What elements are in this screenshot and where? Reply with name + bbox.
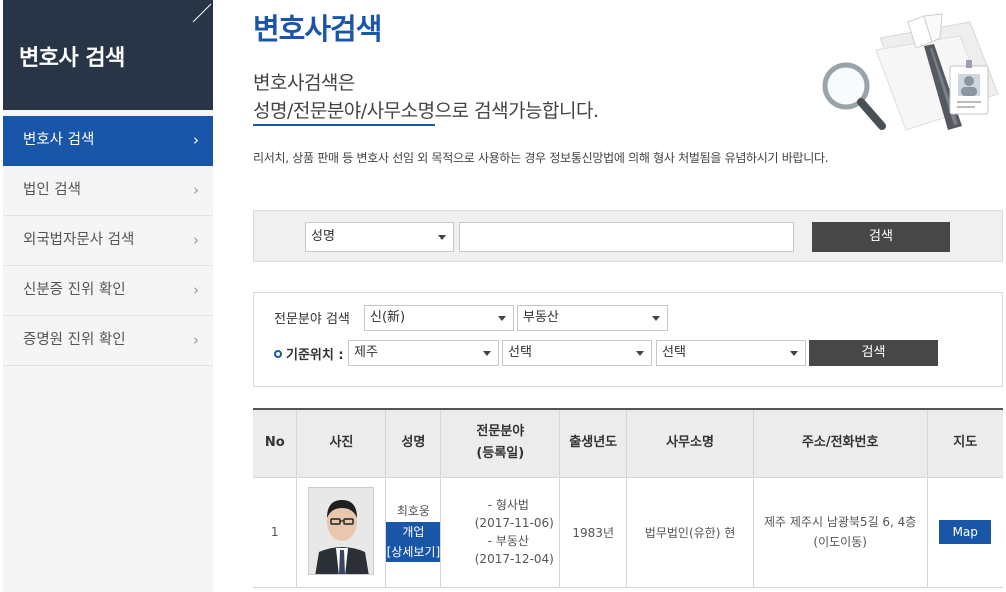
map-button[interactable]: Map xyxy=(939,520,992,544)
search-input[interactable] xyxy=(459,222,794,252)
sidebar: 변호사 검색 변호사 검색 › 법인 검색 › 외국법자문사 검색 › 신분증 … xyxy=(3,0,213,592)
chevron-right-icon: › xyxy=(193,181,199,199)
lawyer-photo xyxy=(308,486,375,575)
corner-slash-decoration xyxy=(192,3,212,23)
chevron-right-icon: › xyxy=(193,131,199,149)
lawyer-name: 최호웅 xyxy=(396,504,430,518)
location-city-value: 선택 xyxy=(508,345,532,360)
sidebar-title: 변호사 검색 xyxy=(19,46,125,71)
location-region-value: 제주 xyxy=(354,345,378,360)
specialty-field: - 부동산 xyxy=(487,534,529,548)
sidebar-item-certificate-verification[interactable]: 증명원 진위 확인 › xyxy=(3,316,213,366)
sidebar-item-id-verification[interactable]: 신분증 진위 확인 › xyxy=(3,266,213,316)
chevron-right-icon: › xyxy=(193,331,199,349)
column-header-specialty: 전문분야 (등록일) xyxy=(440,409,561,478)
specialty-search-label: 전문분야 검색 xyxy=(274,312,350,327)
specialty-header-line2: (등록일) xyxy=(476,446,525,462)
sidebar-header: 변호사 검색 xyxy=(3,0,213,110)
caret-down-icon xyxy=(636,351,644,356)
intro-line-1: 변호사검색은 xyxy=(253,72,355,94)
location-district-select[interactable]: 선택 xyxy=(656,340,806,366)
page-title: 변호사검색 xyxy=(253,12,382,46)
caret-down-icon xyxy=(438,235,446,240)
cell-birth-year: 1983년 xyxy=(559,477,628,588)
table-header-row: No 사진 성명 전문분야 (등록일) 출생년도 사무소명 주소/전화번호 지도 xyxy=(253,409,1003,478)
caret-down-icon xyxy=(483,351,491,356)
usage-warning: 리서치, 상품 판매 등 변호사 선임 외 목적으로 사용하는 경우 정보통신망… xyxy=(253,151,829,165)
column-header-photo: 사진 xyxy=(296,409,387,478)
location-label-text: 기준위치 : xyxy=(286,348,344,363)
cell-map: Map xyxy=(927,477,1003,588)
specialty-field-select[interactable]: 부동산 xyxy=(517,305,668,331)
cell-specialty: - 형사법 (2017-11-06) - 부동산 (2017-12-04) xyxy=(440,477,561,588)
cell-no: 1 xyxy=(253,477,298,588)
column-header-name: 성명 xyxy=(385,409,442,478)
location-region-select[interactable]: 제주 xyxy=(348,340,499,366)
specialty-field-value: 부동산 xyxy=(523,310,559,325)
specialty-type-select[interactable]: 신(新) xyxy=(364,305,514,331)
sidebar-menu: 변호사 검색 › 법인 검색 › 외국법자문사 검색 › 신분증 진위 확인 ›… xyxy=(3,116,213,366)
sidebar-item-label: 증명원 진위 확인 xyxy=(23,332,126,348)
intro-line-2: 성명/전문분야/사무소명으로 검색가능합니다. xyxy=(253,96,599,126)
sidebar-item-foreign-counsel-search[interactable]: 외국법자문사 검색 › xyxy=(3,216,213,266)
sidebar-item-label: 외국법자문사 검색 xyxy=(23,232,135,248)
cell-office: 법무법인(유한) 현 xyxy=(626,477,754,588)
specialty-field: - 형사법 xyxy=(487,498,529,512)
specialty-header-line1: 전문분야 xyxy=(476,424,525,440)
location-label: 기준위치 : xyxy=(274,344,344,363)
chevron-right-icon: › xyxy=(193,281,199,299)
caret-down-icon xyxy=(498,316,506,321)
caret-down-icon xyxy=(790,351,798,356)
sidebar-item-firm-search[interactable]: 법인 검색 › xyxy=(3,166,213,216)
search-button[interactable]: 검색 xyxy=(812,222,950,252)
specialty-date: (2017-12-04) xyxy=(474,552,554,566)
search-type-select[interactable]: 성명 xyxy=(305,222,454,252)
chevron-right-icon: › xyxy=(193,231,199,249)
person-portrait-icon xyxy=(309,487,374,574)
caret-down-icon xyxy=(652,316,660,321)
specialty-date: (2017-11-06) xyxy=(474,516,554,530)
cell-name: 최호웅 개업 [상세보기] xyxy=(385,477,442,588)
cell-photo xyxy=(296,477,387,588)
location-district-value: 선택 xyxy=(662,345,686,360)
results-table: No 사진 성명 전문분야 (등록일) 출생년도 사무소명 주소/전화번호 지도… xyxy=(253,408,1003,588)
intro-rest: 으로 검색가능합니다. xyxy=(434,100,599,122)
status-badge: 개업 xyxy=(386,522,441,542)
column-header-address: 주소/전화번호 xyxy=(753,409,928,478)
lawyer-illustration xyxy=(822,13,999,131)
sidebar-item-lawyer-search[interactable]: 변호사 검색 › xyxy=(3,116,213,166)
column-header-no: No xyxy=(253,409,298,478)
sidebar-item-label: 신분증 진위 확인 xyxy=(23,282,126,298)
radio-bullet-icon xyxy=(274,350,282,358)
column-header-birth-year: 출생년도 xyxy=(559,409,628,478)
column-header-map: 지도 xyxy=(927,409,1003,478)
basic-search-bar: 성명 검색 xyxy=(253,210,1003,262)
intro-emphasis: 성명/전문분야/사무소명 xyxy=(253,100,435,126)
detail-link[interactable]: [상세보기] xyxy=(386,542,441,562)
sidebar-item-label: 변호사 검색 xyxy=(23,132,95,148)
specialty-type-value: 신(新) xyxy=(370,310,406,325)
sidebar-item-label: 법인 검색 xyxy=(23,182,81,198)
location-city-select[interactable]: 선택 xyxy=(502,340,652,366)
search-type-value: 성명 xyxy=(311,229,335,244)
advanced-search-button[interactable]: 검색 xyxy=(809,340,938,366)
cell-address: 제주 제주시 남광북5길 6, 4층(이도이동) xyxy=(753,477,928,588)
column-header-office: 사무소명 xyxy=(626,409,754,478)
advanced-search-panel: 전문분야 검색 신(新) 부동산 기준위치 : 제주 선택 선택 검색 xyxy=(253,292,1003,387)
table-row: 1 최호웅 개업 [상세보기] - 형사법 (2017-11-06) - 부동산… xyxy=(253,477,1003,588)
